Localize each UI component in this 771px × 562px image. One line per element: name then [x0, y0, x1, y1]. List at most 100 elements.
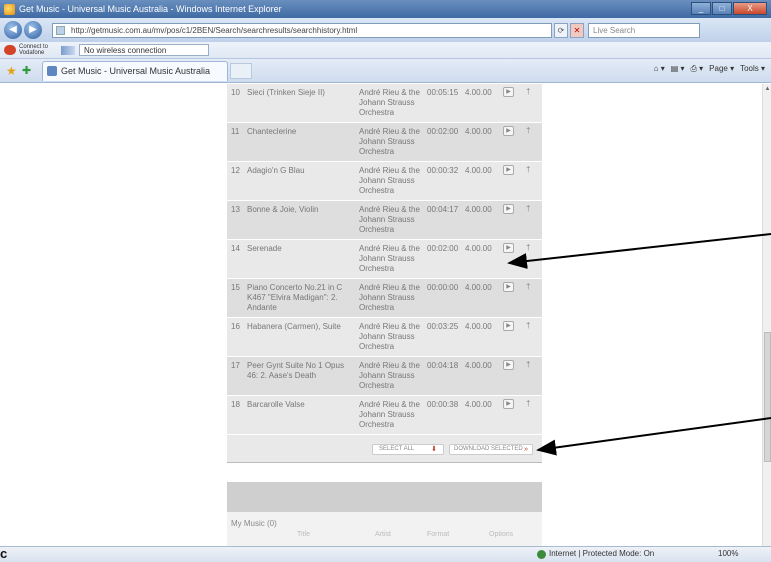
scroll-up-icon[interactable]: ▲ — [764, 86, 771, 94]
page-menu[interactable]: Page ▾ — [709, 64, 734, 74]
maximize-button[interactable]: □ — [712, 2, 732, 15]
tab-get-music[interactable]: Get Music - Universal Music Australia — [42, 60, 228, 81]
track-row[interactable]: 10 Sieci (Trinken Sieje II) André Rieu & t… — [227, 84, 542, 123]
my-music-section: My Music (0) Title Artist Format Options — [227, 512, 542, 546]
select-all-button[interactable]: SELECT ALL ⬇ — [372, 444, 444, 455]
window-title: Get Music - Universal Music Australia - … — [19, 4, 282, 14]
window-controls: _ □ X — [690, 2, 767, 15]
connection-label[interactable]: Connect to Vodafone — [19, 44, 49, 56]
preview-play-icon[interactable]: ▶ — [503, 126, 514, 136]
track-duration: 00:00:32 — [427, 166, 459, 175]
track-row[interactable]: 12 Adagio'n G Blau André Rieu & the Johann… — [227, 162, 542, 201]
track-row[interactable]: 15 Piano Concerto No.21 in C K467 "Elvira… — [227, 279, 542, 318]
my-music-column-header: Title — [297, 531, 310, 538]
print-icon[interactable]: ⎙ ▾ — [691, 64, 704, 74]
preview-play-icon[interactable]: ▶ — [503, 243, 514, 253]
tools-menu[interactable]: Tools ▾ — [740, 64, 765, 74]
track-artist: André Rieu & the Johann Strauss Orchestr… — [359, 88, 420, 117]
search-input[interactable]: Live Search — [588, 22, 700, 38]
track-title: Sieci (Trinken Sieje II) — [247, 88, 325, 97]
track-info-icon[interactable]: † — [526, 87, 530, 96]
favorites-star-icon[interactable]: ★ — [6, 65, 18, 77]
track-number: 14 — [231, 244, 240, 253]
track-title: Bonne & Joie, Violin — [247, 205, 319, 214]
wireless-status-dropdown[interactable]: No wireless connection — [79, 44, 209, 56]
track-price: 4.00.00 — [465, 127, 492, 136]
track-info-icon[interactable]: † — [526, 204, 530, 213]
track-price: 4.00.00 — [465, 361, 492, 370]
track-row[interactable]: 17 Peer Gynt Suite No 1 Opus 46: 2. Aase'… — [227, 357, 542, 396]
tab-bar: ★ ✚ Get Music - Universal Music Australi… — [0, 59, 771, 83]
track-row[interactable]: 16 Habanera (Carmen), Suite André Rieu & t… — [227, 318, 542, 357]
preview-play-icon[interactable]: ▶ — [503, 87, 514, 97]
track-info-icon[interactable]: † — [526, 360, 530, 369]
track-number: 13 — [231, 205, 240, 214]
site-favicon-icon — [47, 66, 57, 76]
track-number: 10 — [231, 88, 240, 97]
track-price: 4.00.00 — [465, 244, 492, 253]
preview-play-icon[interactable]: ▶ — [503, 204, 514, 214]
back-arrow-icon[interactable]: ◀ — [4, 21, 22, 39]
track-artist: André Rieu & the Johann Strauss Orchestr… — [359, 361, 420, 390]
track-info-icon[interactable]: † — [526, 165, 530, 174]
track-row[interactable]: 14 Serenade André Rieu & the Johann Straus… — [227, 240, 542, 279]
scrollbar-thumb[interactable] — [764, 332, 771, 462]
stop-icon[interactable]: ✕ — [570, 22, 584, 38]
track-duration: 00:03:25 — [427, 322, 459, 331]
download-selected-button[interactable]: DOWNLOAD SELECTED» — [449, 444, 533, 455]
track-title: Adagio'n G Blau — [247, 166, 305, 175]
track-artist: André Rieu & the Johann Strauss Orchestr… — [359, 127, 420, 156]
feeds-icon[interactable]: ▤ ▾ — [671, 64, 685, 74]
track-number: 15 — [231, 283, 240, 292]
forward-arrow-icon[interactable]: ▶ — [24, 21, 42, 39]
ie-app-icon — [4, 3, 15, 15]
internet-zone-icon — [537, 550, 546, 559]
track-duration: 00:02:00 — [427, 127, 459, 136]
add-favorites-icon[interactable]: ✚ — [22, 65, 34, 77]
track-info-icon[interactable]: † — [526, 243, 530, 252]
new-tab-button[interactable] — [230, 62, 252, 79]
security-zone-text[interactable]: Internet | Protected Mode: On — [549, 549, 654, 558]
track-number: 16 — [231, 322, 240, 331]
close-button[interactable]: X — [733, 2, 767, 15]
window-title-bar: Get Music - Universal Music Australia - … — [0, 0, 771, 18]
track-artist: André Rieu & the Johann Strauss Orchestr… — [359, 205, 420, 234]
track-duration: 00:00:00 — [427, 283, 459, 292]
links-bar: Connect to Vodafone No wireless connecti… — [0, 42, 771, 59]
track-price: 4.00.00 — [465, 322, 492, 331]
track-row[interactable]: 13 Bonne & Joie, Violin André Rieu & the J… — [227, 201, 542, 240]
home-icon[interactable]: ⌂ ▾ — [654, 64, 665, 74]
vertical-scrollbar[interactable]: ▲ — [762, 84, 771, 546]
preview-play-icon[interactable]: ▶ — [503, 165, 514, 175]
vodafone-icon — [4, 45, 16, 55]
url-input[interactable]: http://getmusic.com.au/mv/pos/c1/2BEN/Se… — [52, 22, 552, 38]
refresh-icon[interactable]: ⟳ — [554, 22, 568, 38]
track-info-icon[interactable]: † — [526, 126, 530, 135]
track-number: 17 — [231, 361, 240, 370]
track-info-icon[interactable]: † — [526, 399, 530, 408]
section-divider — [227, 462, 542, 482]
minimize-button[interactable]: _ — [691, 2, 711, 15]
track-title: Chanteclerine — [247, 127, 297, 136]
track-duration: 00:05:15 — [427, 88, 459, 97]
track-duration: 00:04:17 — [427, 205, 459, 214]
track-list-panel: 10 Sieci (Trinken Sieje II) André Rieu & t… — [227, 84, 542, 546]
track-row[interactable]: 11 Chanteclerine André Rieu & the Johann S… — [227, 123, 542, 162]
preview-play-icon[interactable]: ▶ — [503, 360, 514, 370]
track-info-icon[interactable]: † — [526, 321, 530, 330]
track-artist: André Rieu & the Johann Strauss Orchestr… — [359, 322, 420, 351]
preview-play-icon[interactable]: ▶ — [503, 399, 514, 409]
track-duration: 00:04:18 — [427, 361, 459, 370]
download-arrow-icon: » — [524, 446, 528, 453]
status-left-mark: c — [0, 546, 8, 561]
my-music-column-header: Format — [427, 531, 450, 538]
track-price: 4.00.00 — [465, 88, 492, 97]
zoom-level[interactable]: 100% — [718, 549, 738, 558]
track-price: 4.00.00 — [465, 283, 492, 292]
preview-play-icon[interactable]: ▶ — [503, 282, 514, 292]
my-music-title: My Music (0) — [231, 519, 277, 528]
track-row[interactable]: 18 Barcarolle Valse André Rieu & the Johan… — [227, 396, 542, 435]
preview-play-icon[interactable]: ▶ — [503, 321, 514, 331]
track-price: 4.00.00 — [465, 400, 492, 409]
track-info-icon[interactable]: † — [526, 282, 530, 291]
